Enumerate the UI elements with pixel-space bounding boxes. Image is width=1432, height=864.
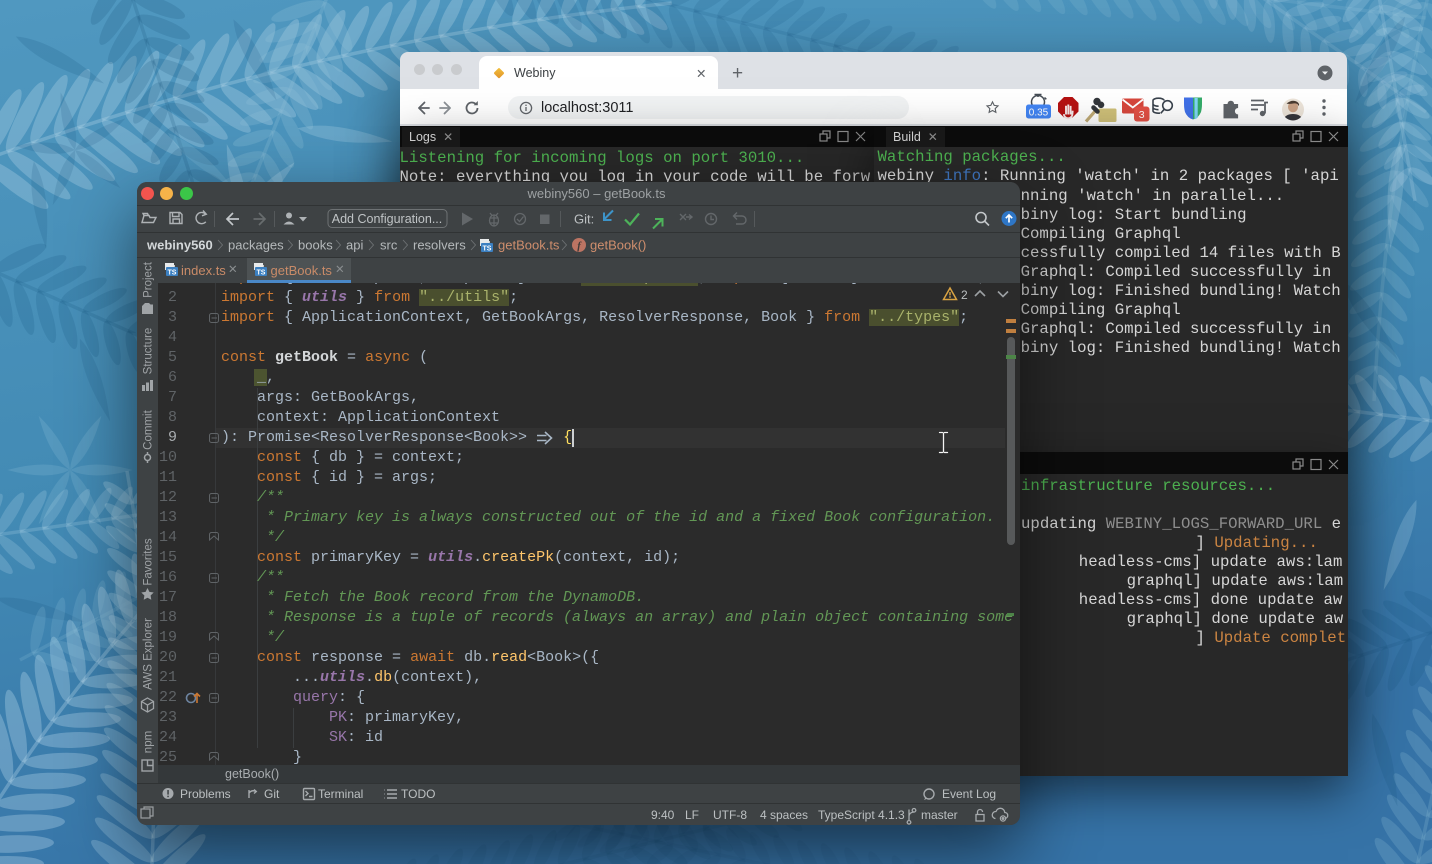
svg-text:Problems: Problems <box>180 787 231 801</box>
svg-text:api: api <box>346 238 363 253</box>
svg-text:3: 3 <box>1139 109 1145 121</box>
svg-text:Git:: Git: <box>574 212 594 227</box>
svg-text:npm: npm <box>143 731 155 753</box>
svg-text:master: master <box>921 808 958 822</box>
svg-text:2: 2 <box>961 288 968 302</box>
svg-text:Terminal: Terminal <box>318 787 363 801</box>
svg-text:LF: LF <box>685 808 699 822</box>
svg-text:getBook(): getBook() <box>590 238 646 253</box>
svg-text:4 spaces: 4 spaces <box>760 808 808 822</box>
svg-text:books: books <box>298 238 333 253</box>
svg-text:Structure: Structure <box>143 328 155 375</box>
svg-text:TypeScript 4.1.3: TypeScript 4.1.3 <box>818 808 905 822</box>
svg-text:src: src <box>380 238 398 253</box>
svg-text:AWS Explorer: AWS Explorer <box>143 618 155 690</box>
svg-text:resolvers: resolvers <box>413 238 466 253</box>
svg-text:TODO: TODO <box>401 787 435 801</box>
svg-text:Add Configuration...: Add Configuration... <box>332 212 443 226</box>
svg-text:Event Log: Event Log <box>942 787 996 801</box>
svg-text:Git: Git <box>264 787 280 801</box>
svg-text:TS: TS <box>483 246 492 253</box>
svg-text:packages: packages <box>228 238 284 253</box>
svg-text:TS: TS <box>257 270 266 277</box>
svg-text:TS: TS <box>168 270 177 277</box>
svg-text:Favorites: Favorites <box>143 538 155 586</box>
svg-text:UTF-8: UTF-8 <box>713 808 747 822</box>
svg-text:Commit: Commit <box>143 409 155 449</box>
svg-text:getBook.ts: getBook.ts <box>498 238 560 253</box>
svg-text:9:40: 9:40 <box>651 808 675 822</box>
svg-text:Project: Project <box>143 261 155 298</box>
svg-text:webiny560: webiny560 <box>146 238 213 253</box>
svg-text:0.35: 0.35 <box>1029 107 1049 118</box>
